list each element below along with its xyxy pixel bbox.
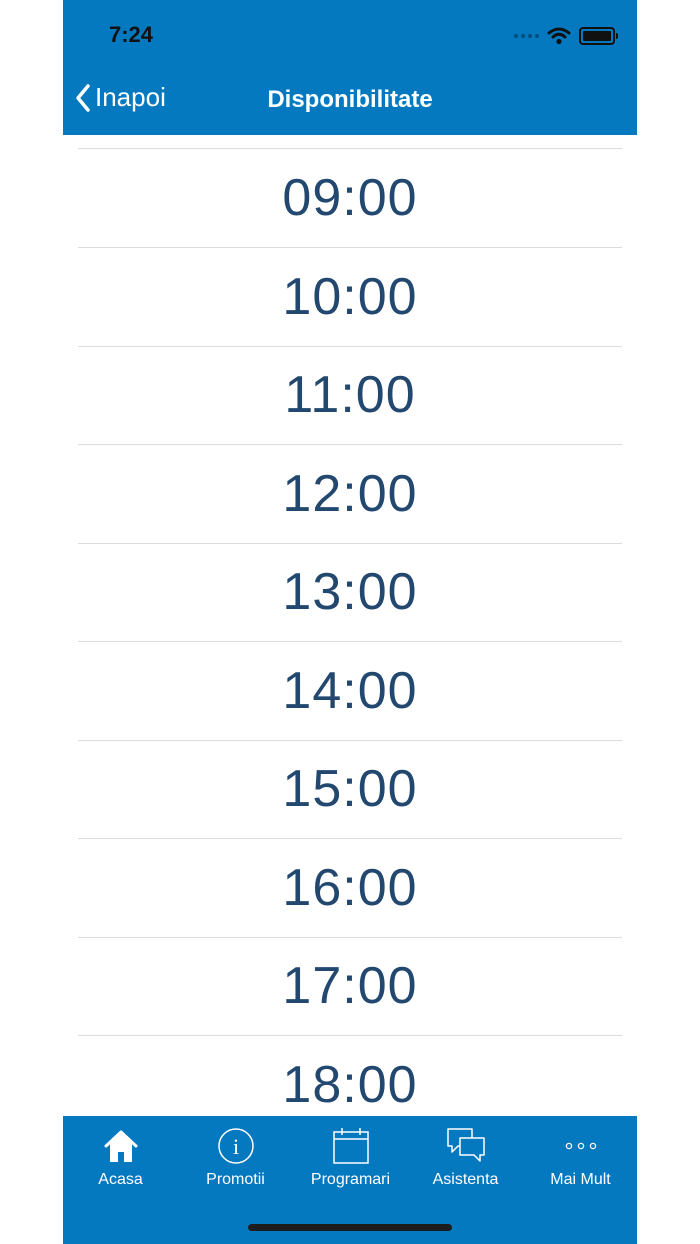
battery-icon — [579, 27, 618, 45]
time-slot-label: 09:00 — [282, 169, 418, 227]
tab-label: Mai Mult — [550, 1171, 611, 1188]
tab-asistenta[interactable]: Asistenta — [408, 1116, 523, 1206]
status-time: 7:24 — [109, 22, 154, 47]
tab-mai-mult[interactable]: Mai Mult — [523, 1116, 637, 1206]
tab-programari[interactable]: Programari — [293, 1116, 408, 1206]
signal-icon — [514, 34, 539, 38]
time-slot-label: 17:00 — [282, 957, 418, 1015]
time-slot-label: 15:00 — [282, 760, 418, 818]
time-slot[interactable]: 10:00 — [78, 248, 622, 347]
time-slot[interactable]: 18:00 — [78, 1036, 622, 1116]
time-slot[interactable]: 14:00 — [78, 642, 622, 741]
time-slot[interactable]: 11:00 — [78, 346, 622, 445]
time-slot-label: 18:00 — [282, 1056, 418, 1114]
tab-promotii[interactable]: i Promotii — [178, 1116, 293, 1206]
home-indicator — [248, 1224, 452, 1231]
page-title: Disponibilitate — [267, 86, 433, 113]
tab-label: Asistenta — [432, 1171, 499, 1188]
tab-acasa[interactable]: Acasa — [63, 1116, 178, 1206]
time-slot[interactable]: 15:00 — [78, 740, 622, 839]
tab-label: Acasa — [98, 1171, 143, 1188]
time-slot[interactable]: 16:00 — [78, 839, 622, 938]
svg-text:i: i — [232, 1134, 238, 1159]
time-slot-label: 13:00 — [282, 563, 418, 621]
time-slot-list[interactable]: 09:00 10:00 11:00 12:00 13:00 14:00 15:0… — [78, 135, 622, 1116]
more-icon — [565, 1142, 596, 1150]
status-icons — [514, 24, 618, 48]
tab-label: Promotii — [206, 1171, 265, 1188]
time-slot[interactable]: 09:00 — [78, 149, 622, 248]
app-screen: 7:24 Inapoi Disponibilitate 09:00 10:00 … — [63, 0, 637, 1244]
time-slot-label: 12:00 — [282, 465, 418, 523]
time-slot[interactable]: 17:00 — [78, 937, 622, 1036]
time-slot[interactable]: 12:00 — [78, 445, 622, 544]
time-slot[interactable]: 13:00 — [78, 543, 622, 642]
header: 7:24 Inapoi Disponibilitate — [63, 0, 637, 135]
time-slot-label: 10:00 — [282, 268, 418, 326]
chat-icon — [446, 1128, 485, 1162]
info-icon: i — [217, 1128, 254, 1164]
home-icon — [104, 1130, 137, 1162]
time-slot-label: 14:00 — [282, 662, 418, 720]
tab-label: Programari — [310, 1171, 391, 1188]
calendar-icon — [332, 1128, 369, 1164]
time-slot-label: 11:00 — [284, 366, 416, 424]
time-slot-label: 16:00 — [282, 859, 418, 917]
wifi-icon — [547, 27, 571, 45]
